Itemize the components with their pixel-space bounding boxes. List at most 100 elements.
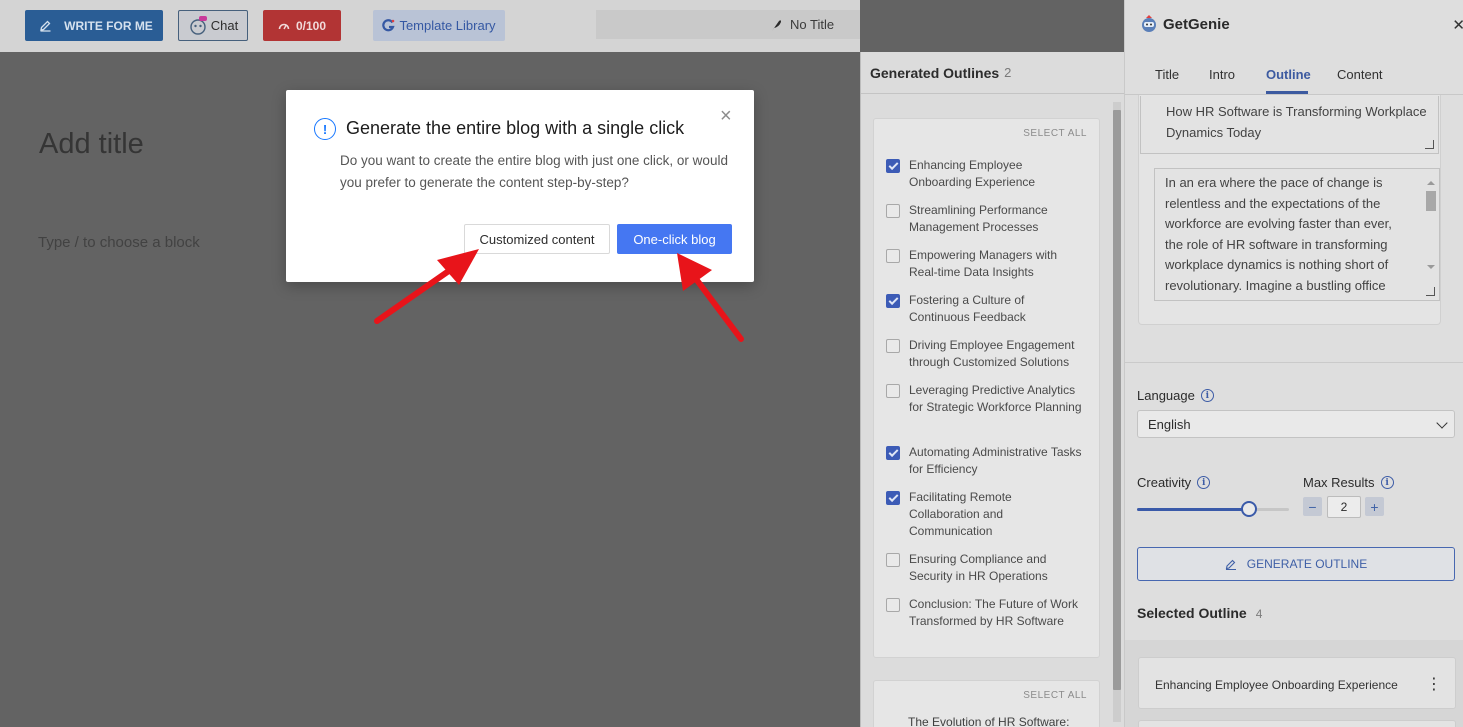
close-sidebar-icon[interactable]: ✕: [1452, 16, 1463, 34]
creativity-slider-thumb[interactable]: [1241, 501, 1257, 517]
gauge-icon: [278, 23, 290, 29]
outline-item[interactable]: Automating Administrative Tasks for Effi…: [874, 444, 1099, 478]
checkbox-unchecked-icon[interactable]: [886, 553, 900, 567]
checkbox-unchecked-icon[interactable]: [886, 249, 900, 263]
one-click-blog-button[interactable]: One-click blog: [617, 224, 732, 254]
outline-card: SELECT ALL Enhancing Employee Onboarding…: [873, 118, 1100, 658]
outline-item[interactable]: Facilitating Remote Collaboration and Co…: [874, 489, 1099, 540]
checkbox-unchecked-icon[interactable]: [886, 339, 900, 353]
write-for-me-button[interactable]: WRITE FOR ME: [25, 10, 163, 41]
info-icon[interactable]: i: [1197, 476, 1211, 489]
exclamation-circle-icon: !: [314, 118, 336, 140]
outline-item[interactable]: Driving Employee Engagement through Cust…: [874, 337, 1099, 371]
credits-button[interactable]: 0/100: [263, 10, 341, 41]
getgenie-sidebar: GetGenie ✕ Title Intro Outline Content H…: [1124, 0, 1463, 727]
language-select[interactable]: English: [1137, 410, 1455, 438]
pencil-icon: [40, 20, 51, 32]
outline-item[interactable]: Leveraging Predictive Analytics for Stra…: [874, 382, 1099, 416]
generated-outlines-panel: Generated Outlines 2 SELECT ALL Enhancin…: [860, 52, 1125, 727]
tab-intro[interactable]: Intro: [1209, 67, 1235, 82]
scroll-down-arrow-icon: [1427, 265, 1435, 269]
post-title-placeholder[interactable]: Add title: [39, 128, 144, 161]
checkbox-checked-icon[interactable]: [886, 159, 900, 173]
info-icon[interactable]: i: [1380, 476, 1394, 489]
title-textarea[interactable]: How HR Software is Transforming Workplac…: [1140, 96, 1439, 154]
scroll-up-arrow-icon: [1427, 181, 1435, 185]
active-tab-indicator: [1266, 91, 1308, 94]
checkbox-checked-icon[interactable]: [886, 294, 900, 308]
checkbox-checked-icon[interactable]: [886, 491, 900, 505]
outline-item[interactable]: Fostering a Culture of Continuous Feedba…: [874, 292, 1099, 326]
generated-outlines-header: Generated Outlines 2: [861, 52, 1125, 94]
info-icon[interactable]: i: [1200, 389, 1214, 402]
selected-outline-count: 4: [1255, 607, 1263, 621]
kebab-menu-icon[interactable]: ⋮: [1426, 674, 1442, 694]
close-icon[interactable]: ×: [720, 106, 732, 126]
resize-handle-icon[interactable]: [1425, 140, 1434, 149]
resize-handle-icon[interactable]: [1426, 287, 1435, 296]
outline-item[interactable]: Conclusion: The Future of Work Transform…: [874, 596, 1099, 630]
tab-title[interactable]: Title: [1155, 67, 1179, 82]
one-click-blog-dialog: ! Generate the entire blog with a single…: [286, 90, 754, 282]
language-label-row: Language i: [1137, 388, 1214, 403]
outline-item[interactable]: Empowering Managers with Real-time Data …: [874, 247, 1099, 281]
increment-button[interactable]: +: [1365, 497, 1384, 516]
max-results-label-row: Max Results i: [1303, 475, 1394, 490]
outline-item-label: Fostering a Culture of Continuous Feedba…: [909, 293, 1026, 324]
selected-outline-item[interactable]: Enhancing Employee Onboarding Experience…: [1138, 657, 1456, 709]
decrement-button[interactable]: −: [1303, 497, 1322, 516]
outline-item-label: Streamlining Performance Management Proc…: [909, 203, 1048, 234]
generated-outlines-count: 2: [1004, 65, 1012, 80]
checkbox-unchecked-icon[interactable]: [886, 384, 900, 398]
generated-outlines-title: Generated Outlines: [870, 64, 1000, 81]
checkbox-unchecked-icon[interactable]: [886, 204, 900, 218]
select-all-link[interactable]: SELECT ALL: [1023, 690, 1087, 701]
chat-label: Chat: [210, 18, 239, 33]
max-results-label: Max Results: [1303, 475, 1375, 490]
creativity-slider-fill: [1137, 508, 1249, 511]
block-hint[interactable]: Type / to choose a block: [38, 234, 200, 251]
feather-icon: [772, 19, 781, 31]
max-results-input[interactable]: 2: [1327, 496, 1361, 518]
creativity-label-row: Creativity i: [1137, 475, 1211, 490]
getgenie-logo: GetGenie: [1139, 14, 1230, 34]
outline-item-label: Enhancing Employee Onboarding Experience: [909, 158, 1036, 189]
intro-textarea[interactable]: In an era where the pace of change is re…: [1154, 168, 1440, 301]
outline-item-label: Leveraging Predictive Analytics for Stra…: [909, 383, 1082, 414]
chevron-down-icon: [1436, 417, 1448, 429]
chatbot-icon: [190, 15, 207, 35]
generate-outline-button[interactable]: GENERATE OUTLINE: [1137, 547, 1455, 581]
section-divider: [1125, 362, 1463, 363]
customized-content-button[interactable]: Customized content: [464, 224, 610, 254]
tab-outline[interactable]: Outline: [1266, 67, 1311, 82]
select-all-link[interactable]: SELECT ALL: [1023, 128, 1087, 139]
language-value: English: [1148, 417, 1191, 432]
sidebar-tabs: Title Intro Outline Content: [1125, 52, 1463, 95]
outline-item[interactable]: Streamlining Performance Management Proc…: [874, 202, 1099, 236]
checkbox-unchecked-icon[interactable]: [886, 598, 900, 612]
selected-outline-header: Selected Outline 4: [1137, 605, 1262, 621]
document-title: No Title: [790, 17, 835, 32]
document-title-field[interactable]: No Title: [596, 10, 860, 39]
selected-outline-item-label: Enhancing Employee Onboarding Experience: [1155, 678, 1398, 692]
pencil-icon: [1225, 559, 1236, 570]
genie-mascot-icon: [1142, 15, 1156, 32]
tab-content[interactable]: Content: [1337, 67, 1383, 82]
checkbox-checked-icon[interactable]: [886, 446, 900, 460]
creativity-label: Creativity: [1137, 475, 1192, 490]
outline-item[interactable]: Enhancing Employee Onboarding Experience: [874, 157, 1099, 191]
getgenie-g-icon: [382, 18, 396, 31]
brand-name: GetGenie: [1163, 15, 1230, 33]
intro-scrollbar-thumb[interactable]: [1426, 191, 1436, 211]
outline-card: SELECT ALL The Evolution of HR Software:: [873, 680, 1100, 727]
outlines-scrollbar-thumb[interactable]: [1113, 110, 1121, 690]
editor-toolbar: WRITE FOR ME Chat 0/100 Template Library…: [0, 0, 860, 52]
template-library-label: Template Library: [399, 18, 496, 33]
credits-count: 0/100: [295, 18, 327, 33]
outline-item-label: The Evolution of HR Software:: [908, 715, 1070, 727]
dialog-title: Generate the entire blog with a single c…: [346, 118, 685, 138]
outline-item[interactable]: Ensuring Compliance and Security in HR O…: [874, 551, 1099, 585]
template-library-button[interactable]: Template Library: [373, 10, 505, 41]
chat-button[interactable]: Chat: [178, 10, 248, 41]
selected-outline-item[interactable]: [1138, 720, 1456, 727]
